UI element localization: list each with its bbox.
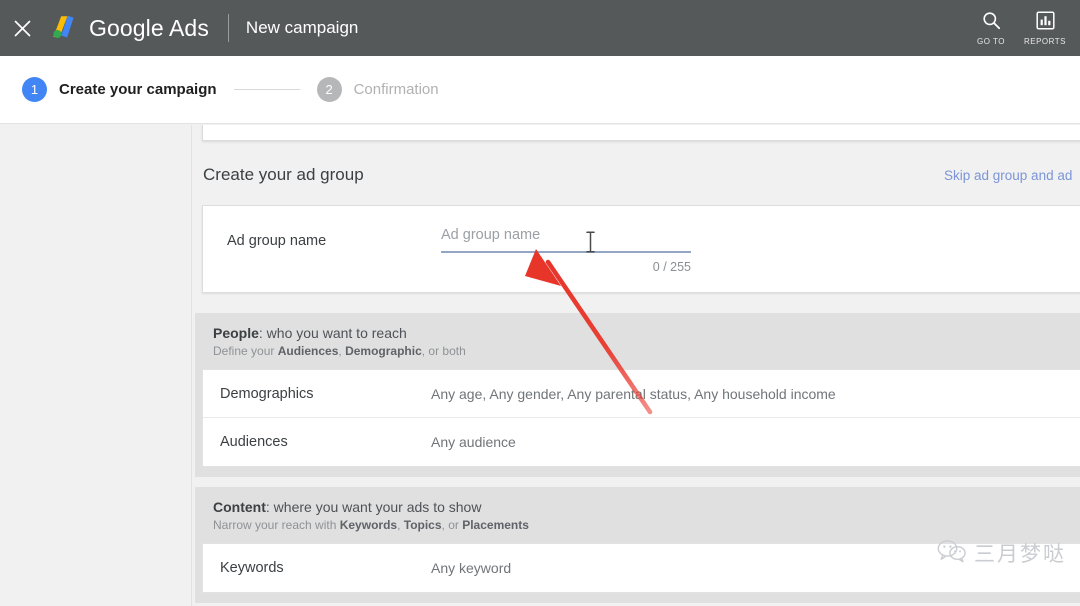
row-label-keywords: Keywords <box>220 560 284 576</box>
content-rows: Keywords Any keyword <box>202 543 1080 593</box>
step-1-number: 1 <box>22 77 47 102</box>
skip-ad-group-and-ad-link[interactable]: Skip ad group and ad <box>944 168 1072 183</box>
ad-group-name-card: Ad group name 0 / 255 <box>202 205 1080 293</box>
google-ads-new-campaign-screen: Google Ads New campaign GO TO REPORTS 1 … <box>0 0 1080 606</box>
people-panel: People: who you want to reach Define you… <box>195 313 1080 477</box>
content-panel: Content: where you want your ads to show… <box>195 487 1080 603</box>
people-term-demographic: Demographic <box>345 344 422 358</box>
google-ads-logo-icon <box>46 11 80 45</box>
go-to-label: GO TO <box>977 36 1005 46</box>
row-label-audiences: Audiences <box>220 434 288 450</box>
content-panel-subtitle: Narrow your reach with Keywords, Topics,… <box>213 518 1080 532</box>
row-value-demographics: Any age, Any gender, Any parental status… <box>431 385 836 402</box>
search-icon <box>982 9 1001 33</box>
people-panel-subtitle: Define your Audiences, Demographic, or b… <box>213 344 1080 358</box>
people-title-strong: People <box>213 325 259 341</box>
content-sub-prefix: Narrow your reach with <box>213 518 340 532</box>
reports-button[interactable]: REPORTS <box>1018 9 1072 48</box>
people-term-audiences: Audiences <box>277 344 339 358</box>
row-label-demographics: Demographics <box>220 385 314 402</box>
campaign-stepper: 1 Create your campaign 2 Confirmation <box>0 56 1080 124</box>
step-2-number: 2 <box>316 77 342 102</box>
content-sub-comma-1: , <box>397 518 404 532</box>
close-button[interactable] <box>0 0 44 56</box>
row-value-keywords: Any keyword <box>431 560 512 576</box>
table-row[interactable]: Keywords Any keyword <box>203 544 1080 592</box>
left-rail <box>0 125 192 606</box>
ad-group-name-input[interactable] <box>441 227 691 253</box>
step-create-your-campaign[interactable]: 1 Create your campaign <box>22 77 217 102</box>
header-divider <box>227 14 229 42</box>
brand-name: Google Ads <box>89 14 209 41</box>
content-term-placements: Placements <box>462 518 529 532</box>
page-body: Create your ad group Skip ad group and a… <box>0 125 1080 606</box>
people-sub-prefix: Define your <box>213 344 278 358</box>
go-to-button[interactable]: GO TO <box>964 9 1018 48</box>
ad-group-name-field-wrapper: 0 / 255 <box>441 226 691 274</box>
content-title-strong: Content <box>213 499 266 515</box>
bar-chart-icon <box>1035 9 1055 33</box>
table-row[interactable]: Audiences Any audience <box>203 418 1080 466</box>
people-rows: Demographics Any age, Any gender, Any pa… <box>202 369 1080 467</box>
page-title: New campaign <box>245 18 359 37</box>
people-sub-suffix: , or both <box>421 344 466 358</box>
row-value-audiences: Any audience <box>431 434 516 450</box>
step-connector <box>233 89 300 90</box>
step-2-label: Confirmation <box>353 81 439 98</box>
step-confirmation[interactable]: 2 Confirmation <box>316 77 439 102</box>
content-term-topics: Topics <box>403 518 442 532</box>
ad-group-name-label: Ad group name <box>227 233 327 249</box>
content-sub-or: , or <box>441 518 463 532</box>
step-1-label: Create your campaign <box>59 81 217 98</box>
previous-section-card-partial <box>202 125 1080 141</box>
close-icon <box>14 20 30 36</box>
content-title-rest: : where you want your ads to show <box>265 499 482 515</box>
table-row[interactable]: Demographics Any age, Any gender, Any pa… <box>203 370 1080 418</box>
people-title-rest: : who you want to reach <box>258 325 407 341</box>
reports-label: REPORTS <box>1023 36 1067 46</box>
content-panel-title: Content: where you want your ads to show <box>213 499 1080 515</box>
character-counter: 0 / 255 <box>652 260 691 274</box>
top-header-bar: Google Ads New campaign GO TO REPORTS <box>0 0 1080 56</box>
people-panel-title: People: who you want to reach <box>213 325 1080 341</box>
section-heading: Create your ad group <box>203 165 364 184</box>
content-term-keywords: Keywords <box>339 518 398 532</box>
main-content-column: Create your ad group Skip ad group and a… <box>193 125 1080 606</box>
